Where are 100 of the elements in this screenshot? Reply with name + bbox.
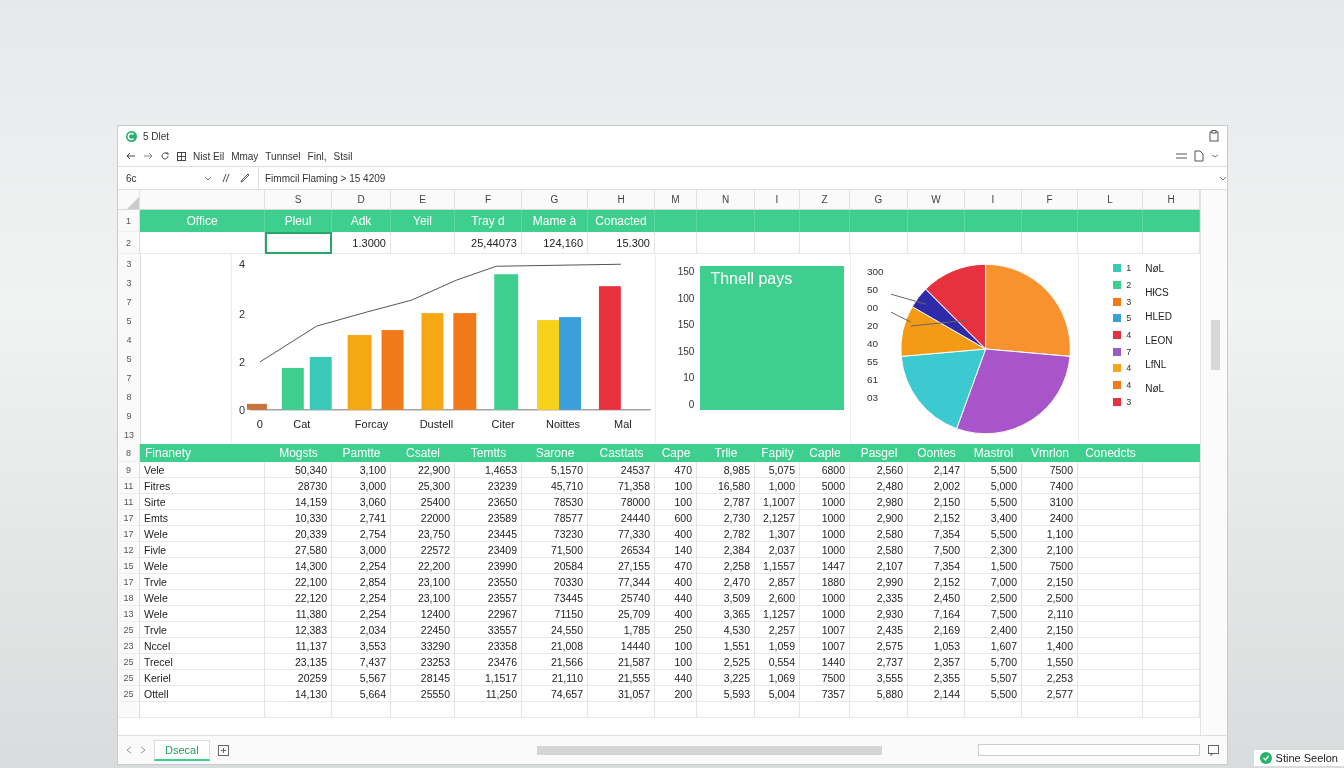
empty-cell[interactable] — [1078, 574, 1143, 590]
empty-cell[interactable] — [965, 232, 1022, 254]
column-letter[interactable]: W — [908, 190, 965, 210]
column-letter[interactable]: Z — [800, 190, 850, 210]
empty-cell[interactable] — [332, 702, 391, 718]
empty-cell[interactable] — [908, 232, 965, 254]
column-letter[interactable]: G — [522, 190, 588, 210]
caret-icon[interactable] — [1211, 154, 1219, 158]
column-header[interactable] — [140, 190, 265, 210]
empty-cell[interactable] — [697, 232, 755, 254]
forward-arrow-icon[interactable] — [143, 152, 153, 160]
empty-cell[interactable] — [1078, 702, 1143, 718]
table-cell: 2,150 — [908, 494, 965, 510]
column-letter[interactable]: F — [1022, 190, 1078, 210]
empty-cell[interactable] — [588, 702, 655, 718]
clipboard-icon[interactable] — [1209, 130, 1219, 142]
column-letter[interactable]: H — [588, 190, 655, 210]
selected-cell[interactable] — [265, 232, 332, 254]
document-icon[interactable] — [1194, 150, 1204, 162]
empty-cell[interactable] — [1078, 670, 1143, 686]
empty-cell[interactable] — [455, 702, 522, 718]
empty-cell[interactable] — [265, 702, 332, 718]
menu-item[interactable]: Stsil — [333, 150, 353, 162]
column-letter[interactable]: E — [391, 190, 455, 210]
empty-cell[interactable] — [697, 702, 755, 718]
empty-cell[interactable] — [1078, 510, 1143, 526]
formula-field[interactable]: Fimmcil Flaming > 15 4209 — [258, 167, 1211, 189]
empty-cell[interactable] — [655, 232, 697, 254]
add-sheet-icon[interactable] — [217, 744, 229, 756]
column-heading: Caple — [808, 445, 842, 462]
menu-item[interactable]: Tunnsel — [265, 150, 301, 162]
table-cell[interactable]: 124,160 — [522, 232, 588, 254]
table-cell: 14,300 — [265, 558, 332, 574]
empty-cell[interactable] — [965, 702, 1022, 718]
row-number: 8 — [118, 444, 140, 462]
empty-cell[interactable] — [1022, 232, 1078, 254]
bar — [246, 403, 267, 410]
empty-cell[interactable] — [1078, 558, 1143, 574]
column-letter[interactable]: D — [332, 190, 391, 210]
table-cell: 5,075 — [755, 462, 800, 478]
back-arrow-icon[interactable] — [126, 152, 136, 160]
column-letter[interactable]: S — [265, 190, 332, 210]
zoom-field[interactable] — [978, 744, 1200, 756]
table-cell: 2,169 — [908, 622, 965, 638]
vertical-scrollbar[interactable] — [1200, 190, 1227, 735]
menu-item[interactable]: Nist Eil — [193, 150, 225, 162]
table-cell: 400 — [655, 606, 697, 622]
grid-icon[interactable] — [177, 151, 186, 161]
column-letter[interactable]: L — [1078, 190, 1143, 210]
empty-cell[interactable] — [655, 702, 697, 718]
next-sheet-icon[interactable] — [140, 746, 146, 754]
empty-cell[interactable] — [391, 702, 455, 718]
empty-cell[interactable] — [1078, 606, 1143, 622]
caret-icon[interactable] — [1219, 174, 1227, 182]
table-cell[interactable]: 25,44073 — [455, 232, 522, 254]
empty-cell[interactable] — [1078, 654, 1143, 670]
empty-cell[interactable] — [1078, 622, 1143, 638]
horizontal-scrollbar[interactable] — [537, 745, 882, 755]
table-cell[interactable]: 15.300 — [588, 232, 655, 254]
empty-cell[interactable] — [850, 702, 908, 718]
column-letter[interactable]: H — [1143, 190, 1200, 210]
caret-icon[interactable] — [204, 174, 212, 182]
empty-cell[interactable] — [391, 232, 455, 254]
comment-icon[interactable] — [1208, 744, 1219, 756]
cell-reference-field[interactable]: 6c — [118, 172, 196, 184]
empty-cell[interactable] — [850, 232, 908, 254]
function-icon[interactable] — [220, 173, 232, 183]
column-letter[interactable]: I — [965, 190, 1022, 210]
column-letter[interactable]: G — [850, 190, 908, 210]
menu-icon[interactable] — [1176, 152, 1187, 160]
empty-cell[interactable] — [1078, 590, 1143, 606]
empty-cell[interactable] — [908, 702, 965, 718]
empty-cell[interactable] — [1022, 702, 1078, 718]
menu-item[interactable]: Mmay — [231, 150, 259, 162]
column-letter[interactable]: F — [455, 190, 522, 210]
empty-cell[interactable] — [1078, 526, 1143, 542]
column-letter[interactable]: M — [655, 190, 697, 210]
empty-cell[interactable] — [1078, 494, 1143, 510]
table-cell[interactable]: 1.3000 — [332, 232, 391, 254]
refresh-icon[interactable] — [160, 151, 170, 161]
empty-cell[interactable] — [755, 232, 800, 254]
empty-cell[interactable] — [1078, 232, 1143, 254]
empty-cell[interactable] — [800, 232, 850, 254]
empty-cell[interactable] — [1078, 686, 1143, 702]
menu-item[interactable]: Finl, — [307, 150, 327, 162]
row-number: 17 — [118, 526, 140, 542]
empty-cell[interactable] — [755, 702, 800, 718]
pencil-icon[interactable] — [240, 173, 250, 183]
previous-sheet-icon[interactable] — [126, 746, 132, 754]
table-cell: 22,200 — [391, 558, 455, 574]
empty-cell[interactable] — [1078, 638, 1143, 654]
sheet-tab[interactable]: Dsecal — [154, 739, 210, 761]
empty-cell[interactable] — [800, 702, 850, 718]
empty-cell[interactable] — [1078, 478, 1143, 494]
empty-cell[interactable] — [1078, 462, 1143, 478]
column-letter[interactable]: I — [755, 190, 800, 210]
table-cell: 26534 — [588, 542, 655, 558]
column-letter[interactable]: N — [697, 190, 755, 210]
empty-cell[interactable] — [1078, 542, 1143, 558]
empty-cell[interactable] — [522, 702, 588, 718]
